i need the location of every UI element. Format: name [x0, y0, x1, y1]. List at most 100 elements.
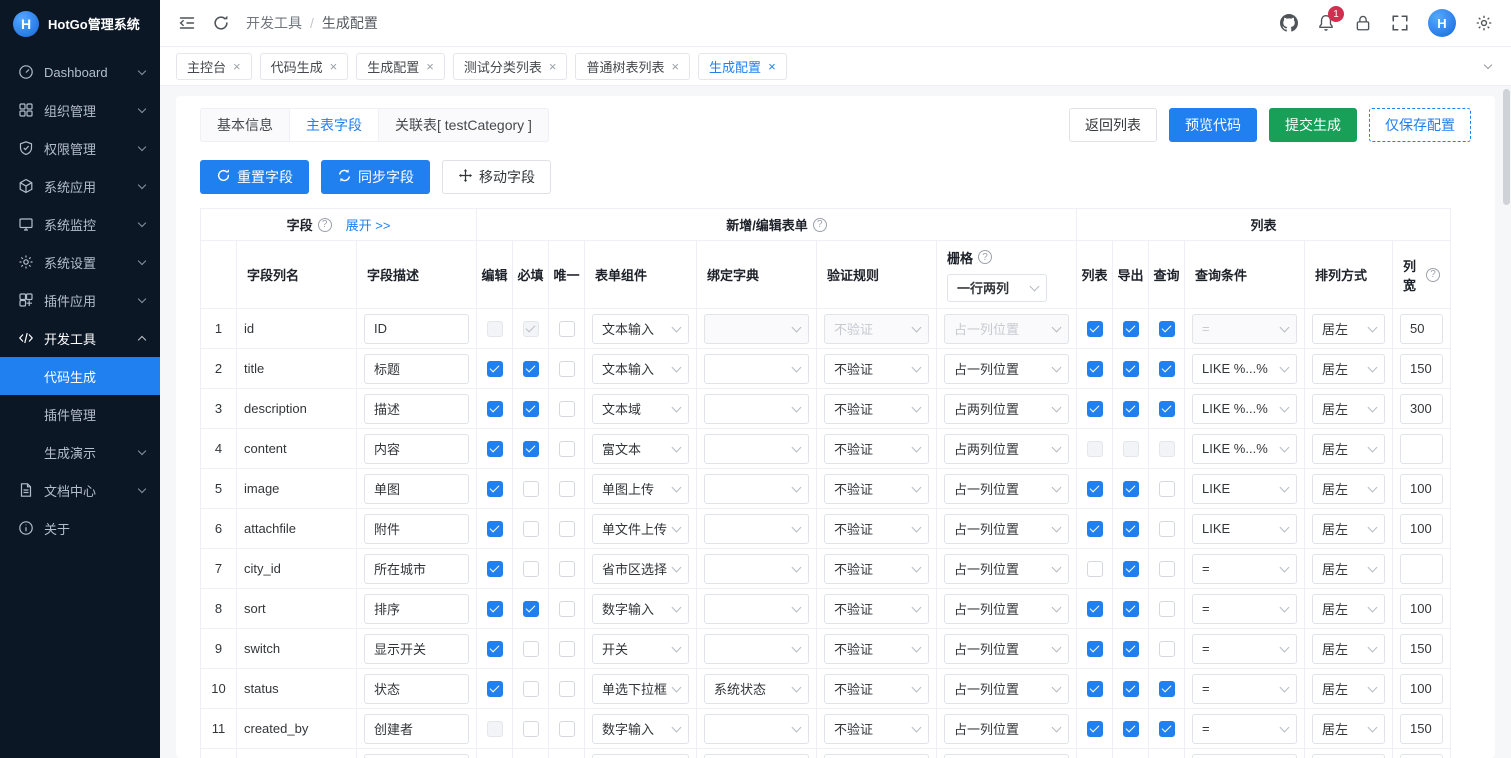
required-checkbox[interactable]	[523, 521, 539, 537]
column-width-input[interactable]	[1400, 754, 1443, 758]
dict-select[interactable]	[704, 434, 809, 464]
align-select[interactable]: 居左	[1312, 474, 1385, 504]
required-checkbox[interactable]	[523, 641, 539, 657]
app-logo[interactable]: H HotGo管理系统	[0, 0, 160, 47]
refresh-icon[interactable]	[212, 14, 230, 32]
validation-select[interactable]: 不验证	[824, 594, 929, 624]
sidebar-item-code-generation[interactable]: 代码生成	[0, 357, 160, 395]
condition-select[interactable]: LIKE	[1192, 514, 1297, 544]
menu-collapse-icon[interactable]	[178, 14, 196, 32]
align-select[interactable]: 居左	[1312, 314, 1385, 344]
align-select[interactable]: 居左	[1312, 554, 1385, 584]
preview-code-button[interactable]: 预览代码	[1169, 108, 1257, 142]
sidebar-item-devtools[interactable]: 开发工具	[0, 319, 160, 357]
component-select[interactable]	[592, 754, 689, 758]
list-checkbox[interactable]	[1087, 601, 1103, 617]
required-checkbox[interactable]	[523, 561, 539, 577]
validation-select[interactable]: 不验证	[824, 714, 929, 744]
dict-select[interactable]	[704, 594, 809, 624]
align-select[interactable]: 居左	[1312, 714, 1385, 744]
grid-select[interactable]: 占一列位置	[944, 674, 1069, 704]
condition-select[interactable]: LIKE %...%	[1192, 354, 1297, 384]
validation-select[interactable]: 不验证	[824, 634, 929, 664]
align-select[interactable]	[1312, 754, 1385, 758]
reset-fields-button[interactable]: 重置字段	[200, 160, 309, 194]
align-select[interactable]: 居左	[1312, 394, 1385, 424]
query-checkbox[interactable]	[1159, 681, 1175, 697]
unique-checkbox[interactable]	[559, 521, 575, 537]
lock-icon[interactable]	[1354, 14, 1372, 32]
unique-checkbox[interactable]	[559, 681, 575, 697]
tab-item[interactable]: 测试分类列表	[453, 53, 568, 80]
component-select[interactable]: 富文本	[592, 434, 689, 464]
column-width-input[interactable]	[1400, 394, 1443, 424]
edit-checkbox[interactable]	[487, 361, 503, 377]
component-select[interactable]: 单图上传	[592, 474, 689, 504]
field-desc-input[interactable]	[364, 554, 469, 584]
query-checkbox[interactable]	[1159, 361, 1175, 377]
column-width-input[interactable]	[1400, 674, 1443, 704]
sync-fields-button[interactable]: 同步字段	[321, 160, 430, 194]
validation-select[interactable]: 不验证	[824, 314, 929, 344]
validation-select[interactable]: 不验证	[824, 394, 929, 424]
export-checkbox[interactable]	[1123, 401, 1139, 417]
grid-select[interactable]: 占两列位置	[944, 434, 1069, 464]
condition-select[interactable]: =	[1192, 314, 1297, 344]
list-checkbox[interactable]	[1087, 401, 1103, 417]
validation-select[interactable]: 不验证	[824, 674, 929, 704]
tab-item[interactable]: 普通树表列表	[575, 53, 690, 80]
edit-checkbox[interactable]	[487, 321, 503, 337]
export-checkbox[interactable]	[1123, 641, 1139, 657]
field-desc-input[interactable]	[364, 434, 469, 464]
tab-item[interactable]: 主控台	[176, 53, 252, 80]
component-select[interactable]: 开关	[592, 634, 689, 664]
dict-select[interactable]	[704, 714, 809, 744]
export-checkbox[interactable]	[1123, 361, 1139, 377]
grid-select[interactable]: 占一列位置	[944, 554, 1069, 584]
move-fields-button[interactable]: 移动字段	[442, 160, 551, 194]
component-select[interactable]: 数字输入	[592, 714, 689, 744]
export-checkbox[interactable]	[1123, 561, 1139, 577]
column-width-input[interactable]	[1400, 314, 1443, 344]
export-checkbox[interactable]	[1123, 721, 1139, 737]
component-select[interactable]: 文本输入	[592, 314, 689, 344]
component-select[interactable]: 文本域	[592, 394, 689, 424]
sidebar-item-docs[interactable]: 文档中心	[0, 471, 160, 509]
column-width-input[interactable]	[1400, 434, 1443, 464]
dict-select[interactable]	[704, 754, 809, 758]
grid-select[interactable]: 占一列位置	[944, 634, 1069, 664]
unique-checkbox[interactable]	[559, 401, 575, 417]
tab-item[interactable]: 代码生成	[260, 53, 349, 80]
fullscreen-icon[interactable]	[1391, 14, 1409, 32]
close-icon[interactable]	[549, 60, 557, 73]
edit-checkbox[interactable]	[487, 441, 503, 457]
component-select[interactable]: 省市区选择	[592, 554, 689, 584]
column-width-input[interactable]	[1400, 634, 1443, 664]
required-checkbox[interactable]	[523, 681, 539, 697]
list-checkbox[interactable]	[1087, 481, 1103, 497]
grid-select[interactable]: 占一列位置	[944, 354, 1069, 384]
list-checkbox[interactable]	[1087, 561, 1103, 577]
column-width-input[interactable]	[1400, 554, 1443, 584]
tab-relation-table[interactable]: 关联表[ testCategory ]	[378, 108, 549, 142]
grid-select[interactable]: 占一列位置	[944, 594, 1069, 624]
field-desc-input[interactable]	[364, 594, 469, 624]
grid-select[interactable]: 占两列位置	[944, 394, 1069, 424]
dict-select[interactable]	[704, 554, 809, 584]
condition-select[interactable]: =	[1192, 554, 1297, 584]
required-checkbox[interactable]	[523, 321, 539, 337]
close-icon[interactable]	[768, 60, 776, 73]
dict-select[interactable]	[704, 634, 809, 664]
unique-checkbox[interactable]	[559, 321, 575, 337]
dict-select[interactable]	[704, 394, 809, 424]
align-select[interactable]: 居左	[1312, 634, 1385, 664]
validation-select[interactable]	[824, 754, 929, 758]
component-select[interactable]: 数字输入	[592, 594, 689, 624]
dict-select[interactable]	[704, 514, 809, 544]
list-checkbox[interactable]	[1087, 521, 1103, 537]
condition-select[interactable]: LIKE	[1192, 474, 1297, 504]
save-config-only-button[interactable]: 仅保存配置	[1369, 108, 1471, 142]
edit-checkbox[interactable]	[487, 561, 503, 577]
grid-select[interactable]: 占一列位置	[944, 514, 1069, 544]
settings-gear-icon[interactable]	[1475, 14, 1493, 32]
